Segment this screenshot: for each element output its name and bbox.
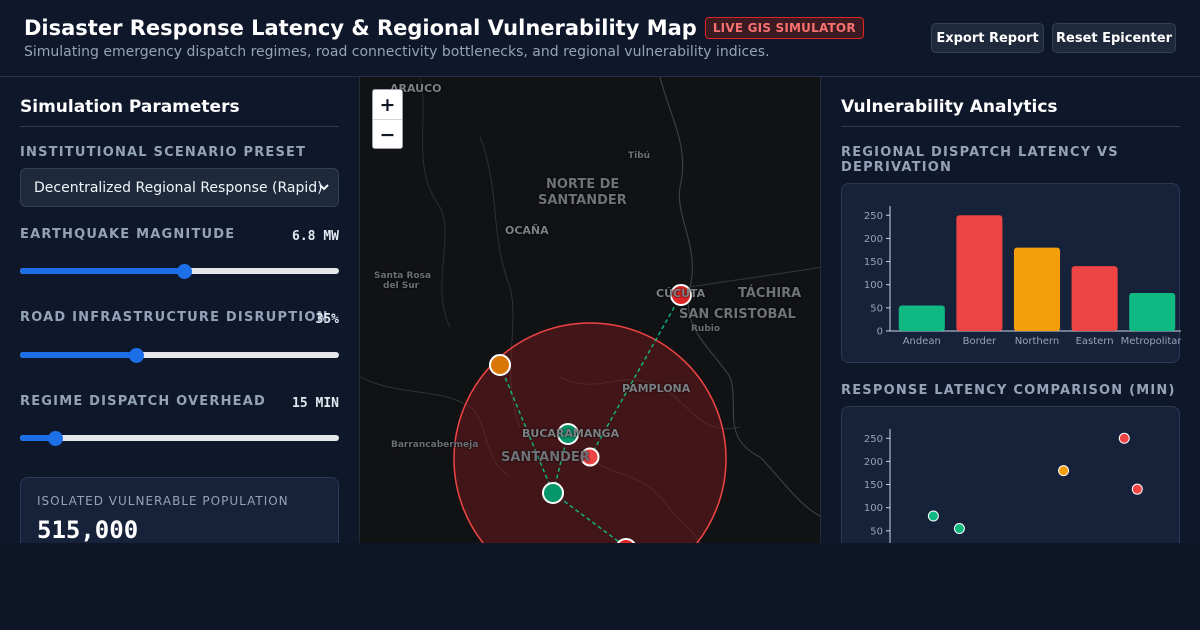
isolated-population-label: Isolated Vulnerable Population xyxy=(37,494,289,508)
x-tick-label: Eastern xyxy=(1076,336,1114,347)
scenario-preset-select[interactable]: Decentralized Regional Response (Rapid) xyxy=(20,168,339,207)
slider-thumb[interactable] xyxy=(129,348,145,363)
map-border xyxy=(689,266,820,288)
x-tick-label: Metropolitan xyxy=(1121,336,1181,347)
place-label: Rubio xyxy=(691,324,721,334)
map-border xyxy=(419,77,451,328)
bar xyxy=(956,215,1003,331)
disruption-slider[interactable] xyxy=(20,348,339,363)
disruption-label: Road Infrastructure Disruption xyxy=(20,310,329,325)
overhead-value: 15 MIN xyxy=(292,396,339,411)
bar-chart-svg: 0 50 100 150 200 250 Andean Border Northern Easte… xyxy=(864,206,1181,347)
reset-epicenter-button[interactable]: Reset Epicenter xyxy=(1052,23,1176,53)
zoom-in-button[interactable]: + xyxy=(373,90,402,120)
x-tick-label: Northern xyxy=(1015,336,1059,347)
disruption-value: 35% xyxy=(315,312,339,327)
scatter-point xyxy=(953,523,965,535)
zoom-out-button[interactable]: − xyxy=(373,120,402,150)
parameters-title: Simulation Parameters xyxy=(20,97,339,127)
scatter-point xyxy=(1131,483,1143,495)
magnitude-value: 6.8 MW xyxy=(292,229,339,244)
latency-deprivation-chart: 0 50 100 150 200 250 Andean Border Northern Easte… xyxy=(841,183,1181,363)
x-tick-label: Andean xyxy=(903,336,941,347)
bar xyxy=(1071,266,1118,331)
chevron-down-icon xyxy=(319,184,329,191)
slider-fill xyxy=(20,268,185,274)
slider-thumb[interactable] xyxy=(177,264,193,279)
preset-selected-value: Decentralized Regional Response (Rapid) xyxy=(34,179,323,196)
y-tick-label: 200 xyxy=(864,234,883,245)
app-header: Disaster Response Latency & Regional Vul… xyxy=(0,0,1200,77)
latency-comparison-chart: 50 100 150 200 250 xyxy=(841,406,1180,543)
place-label: Santa Rosa xyxy=(374,271,432,281)
analytics-title: Vulnerability Analytics xyxy=(841,97,1180,127)
title-row: Disaster Response Latency & Regional Vul… xyxy=(24,16,864,40)
gis-map[interactable]: ARAUCO Tibú NORTE DE SANTANDER OCAÑA San… xyxy=(359,77,821,543)
place-label: PAMPLONA xyxy=(622,382,691,395)
place-label: del Sur xyxy=(383,281,420,291)
vulnerability-analytics-panel: Vulnerability Analytics Regional Dispatc… xyxy=(821,77,1200,543)
scatter-chart-svg: 50 100 150 200 250 xyxy=(864,429,1143,543)
zoom-control: + − xyxy=(372,89,403,149)
scatter-point xyxy=(1118,432,1130,444)
overhead-label: Regime Dispatch Overhead xyxy=(20,394,266,409)
slider-fill xyxy=(20,352,137,358)
preset-label: Institutional Scenario Preset xyxy=(20,145,307,160)
page-background xyxy=(0,543,1200,630)
x-tick-label: Border xyxy=(963,336,997,347)
place-label: SANTANDER xyxy=(538,193,627,208)
place-label: Tibú xyxy=(628,151,651,161)
y-tick-label: 250 xyxy=(864,434,883,445)
y-tick-label: 150 xyxy=(864,480,883,491)
y-tick-label: 200 xyxy=(864,457,883,468)
y-tick-label: 100 xyxy=(864,503,883,514)
place-label: NORTE DE xyxy=(546,177,620,192)
isolated-population-value: 515,000 xyxy=(37,516,139,543)
slider-thumb[interactable] xyxy=(48,431,64,446)
page-title: Disaster Response Latency & Regional Vul… xyxy=(24,16,697,40)
place-label: BUCARAMANGA xyxy=(522,427,620,440)
bar xyxy=(898,305,945,331)
bar xyxy=(1129,293,1176,331)
place-label: CÚCUTA xyxy=(656,287,706,300)
y-tick-label: 150 xyxy=(864,257,883,268)
place-label: Barrancabermeja xyxy=(391,440,479,450)
isolated-population-card: Isolated Vulnerable Population 515,000 xyxy=(20,477,339,543)
response-node-south xyxy=(542,482,564,504)
chart1-label: Regional Dispatch Latency vs Deprivation xyxy=(841,145,1119,175)
place-label: TÁCHIRA xyxy=(738,286,802,301)
y-tick-label: 50 xyxy=(870,303,883,314)
scatter-point xyxy=(1058,465,1070,477)
y-tick-label: 50 xyxy=(870,526,883,537)
y-tick-label: 100 xyxy=(864,280,883,291)
slider-track xyxy=(20,435,339,441)
page-subtitle: Simulating emergency dispatch regimes, r… xyxy=(24,44,770,60)
magnitude-label: Earthquake Magnitude xyxy=(20,227,236,242)
y-tick-label: 250 xyxy=(864,211,883,222)
response-node-ocana xyxy=(489,354,511,376)
live-badge: LIVE GIS SIMULATOR xyxy=(704,17,864,39)
magnitude-slider[interactable] xyxy=(20,264,339,279)
place-label: SANTANDER xyxy=(501,450,590,465)
simulation-parameters-panel: Simulation Parameters Institutional Scen… xyxy=(0,77,359,543)
chart2-label: Response Latency Comparison (Min) xyxy=(841,383,1176,398)
place-label: OCAÑA xyxy=(505,224,549,237)
y-tick-label: 0 xyxy=(877,327,883,338)
overhead-slider[interactable] xyxy=(20,431,339,446)
place-label: SAN CRISTOBAL xyxy=(679,307,796,322)
export-report-button[interactable]: Export Report xyxy=(931,23,1044,53)
bar xyxy=(1013,247,1061,331)
scatter-point xyxy=(927,510,939,522)
